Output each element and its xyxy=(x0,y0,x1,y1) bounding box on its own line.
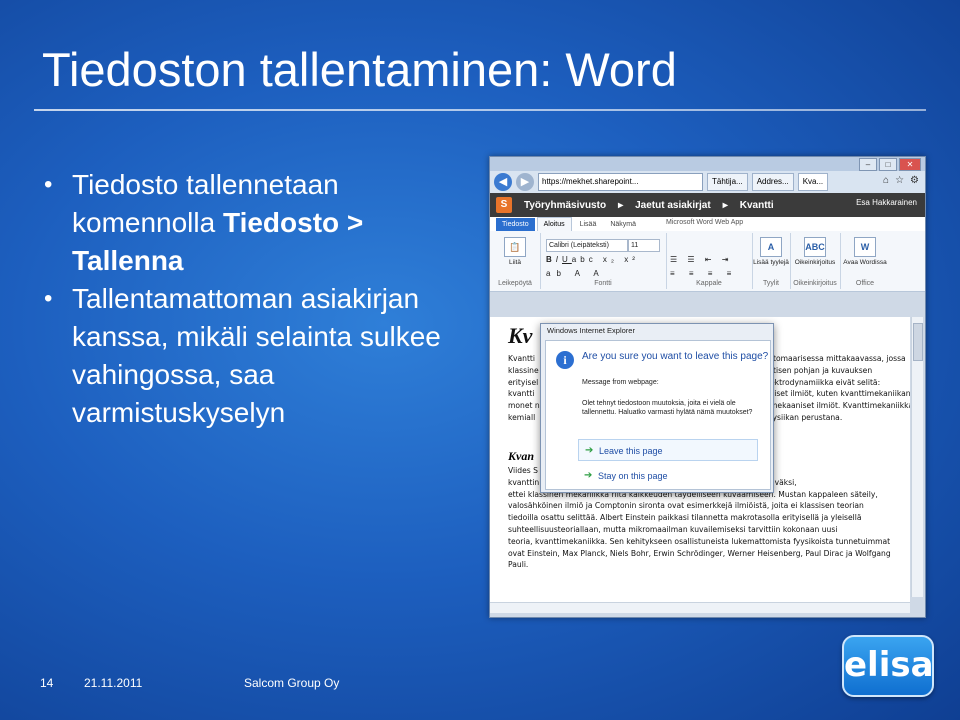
color-buttons[interactable]: ab A A xyxy=(546,269,605,278)
paragraph-right: ttomaarisessa mittakaavassa, jossa ttise… xyxy=(770,354,910,422)
styles-label: Lisää tyylejä xyxy=(753,259,789,266)
group-label: Fontti xyxy=(594,280,612,287)
document-heading: Kv xyxy=(508,323,533,348)
bullet-text: Tallentamattoman asiakirjan kanssa, mikä… xyxy=(72,283,441,428)
address-row: ◀ ▶ https://mekhet.sharepoint... Tähtija… xyxy=(490,171,925,193)
close-icon[interactable]: ✕ xyxy=(899,158,921,171)
browser-titlebar: – □ ✕ xyxy=(490,157,925,171)
group-label: Tyylit xyxy=(763,280,779,287)
ribbon: 📋 Liitä Leikepöytä Fontti Calibri (Leipä… xyxy=(490,231,925,292)
ribbon-tabs: Tiedosto Aloitus Lisää Näkymä Microsoft … xyxy=(490,217,925,231)
spelling-label: Oikeinkirjoitus xyxy=(794,259,836,266)
breadcrumb-item[interactable]: Jaetut asiakirjat xyxy=(635,200,711,211)
dialog-body: i Are you sure you want to leave this pa… xyxy=(545,340,771,490)
bullet-dot-icon: • xyxy=(44,171,53,198)
group-label: Oikeinkirjoitus xyxy=(793,280,837,287)
font-size-select[interactable]: 11 xyxy=(628,239,660,252)
open-in-word-label: Avaa Wordissa xyxy=(843,259,887,266)
paste-label: Liitä xyxy=(509,259,521,266)
bullet-list: • Tiedosto tallennetaan komennolla Tiedo… xyxy=(44,166,464,432)
group-label: Leikepöytä xyxy=(498,280,532,287)
footer-company: Salcom Group Oy xyxy=(244,676,340,690)
user-name[interactable]: Esa Hakkarainen xyxy=(856,198,917,207)
paragraph-left: Kvantti klassine erityisel kvantti monet… xyxy=(508,354,540,422)
dialog-message-label: Message from webpage: xyxy=(582,379,659,386)
horizontal-scrollbar[interactable] xyxy=(490,602,910,613)
back-arrow-icon[interactable]: ◀ xyxy=(494,173,512,191)
breadcrumb-separator-icon: ▸ xyxy=(618,199,624,211)
info-icon: i xyxy=(556,351,574,369)
app-name: Microsoft Word Web App xyxy=(666,219,744,226)
favorites-star-icon[interactable]: ☆ xyxy=(895,175,904,186)
address-bar[interactable]: https://mekhet.sharepoint... xyxy=(538,173,703,191)
word-logo-icon[interactable]: W xyxy=(854,237,876,257)
browser-tab[interactable]: Kva... xyxy=(797,173,829,191)
browser-screenshot: – □ ✕ ◀ ▶ https://mekhet.sharepoint... T… xyxy=(489,156,926,618)
maximize-icon[interactable]: □ xyxy=(879,158,897,171)
office-group: W Avaa Wordissa Office xyxy=(840,233,890,289)
document-area[interactable]: Kv kaniikka Kvantti klassine erityisel k… xyxy=(490,317,910,607)
spelling-icon[interactable]: ABC xyxy=(804,237,826,257)
minimize-icon[interactable]: – xyxy=(859,158,877,171)
bullet-item: • Tiedosto tallennetaan komennolla Tiedo… xyxy=(44,166,464,280)
leave-page-button[interactable]: ➔ Leave this page xyxy=(578,439,758,461)
browser-tab[interactable]: Tähtija... xyxy=(707,173,748,191)
tab-file[interactable]: Tiedosto xyxy=(496,218,535,231)
title-divider xyxy=(34,109,926,111)
spelling-group: ABC Oikeinkirjoitus Oikeinkirjoitus xyxy=(790,233,841,289)
arrow-right-icon: ➔ xyxy=(585,445,594,456)
gear-icon[interactable]: ⚙ xyxy=(910,175,919,186)
tab-view[interactable]: Näkymä xyxy=(604,218,642,231)
vertical-scrollbar[interactable] xyxy=(911,317,923,597)
sharepoint-logo-icon: S xyxy=(496,197,512,213)
paste-icon[interactable]: 📋 xyxy=(504,237,526,257)
slide-title: Tiedoston tallentaminen: Word xyxy=(42,43,677,96)
breadcrumb-item[interactable]: Työryhmäsivusto xyxy=(524,200,606,211)
styles-icon[interactable]: A xyxy=(760,237,782,257)
document-subheading: Kvan xyxy=(508,449,535,463)
sharepoint-bar: S Työryhmäsivusto ▸ Jaetut asiakirjat ▸ … xyxy=(490,193,925,217)
forward-arrow-icon[interactable]: ▶ xyxy=(516,173,534,191)
format-buttons[interactable]: BIUabc x₂ x² xyxy=(546,255,639,264)
scroll-thumb[interactable] xyxy=(913,323,923,361)
dialog-title: Windows Internet Explorer xyxy=(547,326,635,335)
page-number: 14 xyxy=(40,676,54,690)
tab-insert[interactable]: Lisää xyxy=(574,218,603,231)
tab-home[interactable]: Aloitus xyxy=(536,217,572,231)
list-buttons[interactable]: ☰ ☰ ⇤ ⇥ xyxy=(670,255,732,264)
bullet-item: • Tallentamattoman asiakirjan kanssa, mi… xyxy=(44,280,464,432)
font-name-select[interactable]: Calibri (Leipäteksti) xyxy=(546,239,628,252)
leave-page-dialog: Windows Internet Explorer i Are you sure… xyxy=(540,323,774,493)
align-buttons[interactable]: ≡ ≡ ≡ ≡ xyxy=(670,269,737,278)
clipboard-group: 📋 Liitä Leikepöytä xyxy=(490,233,541,289)
styles-group: A Lisää tyylejä Tyylit xyxy=(752,233,791,289)
leave-page-label: Leave this page xyxy=(599,446,663,456)
breadcrumb-item[interactable]: Kvantti xyxy=(740,200,774,211)
stay-on-page-button[interactable]: ➔ Stay on this page xyxy=(578,465,758,487)
arrow-right-icon: ➔ xyxy=(584,470,593,481)
group-label: Kappale xyxy=(696,280,722,287)
dialog-message: Olet tehnyt tiedostoon muutoksia, joita … xyxy=(582,400,753,416)
dialog-question: Are you sure you want to leave this page… xyxy=(582,351,769,362)
stay-on-page-label: Stay on this page xyxy=(598,471,668,481)
home-icon[interactable]: ⌂ xyxy=(883,175,889,186)
elisa-logo: elisa xyxy=(842,635,934,697)
group-label: Office xyxy=(855,280,875,287)
footer-date: 21.11.2011 xyxy=(84,676,143,690)
breadcrumb-separator-icon: ▸ xyxy=(722,199,728,211)
bullet-dot-icon: • xyxy=(44,285,53,312)
browser-tab[interactable]: Addres... xyxy=(751,173,794,191)
